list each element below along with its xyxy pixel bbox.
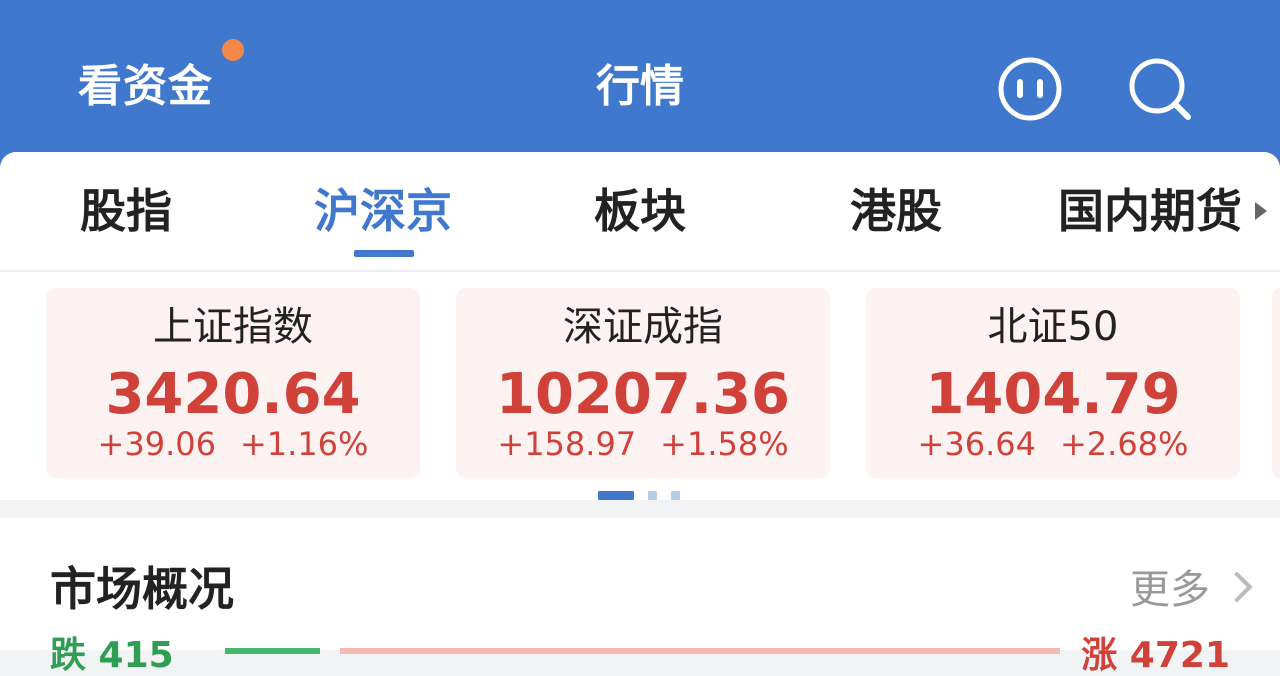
index-name: 北证50	[987, 304, 1119, 350]
carousel-pagination	[598, 491, 688, 500]
index-value: 3420.64	[105, 362, 361, 427]
chevron-right-icon[interactable]	[1221, 571, 1253, 603]
index-value: 1404.79	[925, 362, 1181, 427]
index-name: 上证指数	[153, 304, 313, 350]
more-link[interactable]: 更多	[1130, 562, 1210, 618]
tab-domestic-futures[interactable]: 国内期货	[1058, 180, 1242, 242]
pagination-dot-active[interactable]	[598, 491, 634, 500]
rise-fall-bar: 跌 415 涨 4721	[0, 636, 1280, 676]
market-panel: 股指 沪深京 板块 港股 国内期货 上证指数 3420.64 +39.06 +1.…	[0, 152, 1280, 500]
index-name: 深证成指	[563, 304, 723, 350]
page-title: 行情	[596, 61, 684, 112]
index-change-row: +36.64 +2.68%	[866, 422, 1240, 466]
tabs-scroll-right-icon[interactable]	[1255, 202, 1267, 220]
index-card-beijing50[interactable]: 北证50 1404.79 +36.64 +2.68%	[866, 288, 1240, 478]
tab-hk-stocks[interactable]: 港股	[850, 180, 942, 242]
search-icon[interactable]	[1126, 55, 1194, 123]
index-card-shanghai[interactable]: 上证指数 3420.64 +39.06 +1.16%	[46, 288, 420, 478]
index-cards: 上证指数 3420.64 +39.06 +1.16% 深证成指 10207.36 …	[0, 288, 1280, 480]
chat-robot-icon[interactable]	[996, 55, 1064, 123]
active-tab-indicator	[354, 250, 414, 257]
index-change-percent: +1.16%	[239, 425, 369, 463]
market-overview-section: 市场概况 更多 跌 415 涨 4721	[0, 518, 1280, 676]
index-value: 10207.36	[495, 362, 791, 427]
tab-sh-sz-bj[interactable]: 沪深京	[314, 180, 452, 242]
tab-sector[interactable]: 板块	[594, 180, 686, 242]
index-change-percent: +2.68%	[1059, 425, 1189, 463]
index-change-row: +158.97 +1.58%	[456, 422, 830, 466]
fall-count: 跌 415	[50, 635, 174, 676]
pagination-dot[interactable]	[671, 491, 680, 500]
index-change-row: +39.06 +1.16%	[46, 422, 420, 466]
index-change: +39.06	[97, 425, 216, 463]
pagination-dot[interactable]	[648, 491, 657, 500]
index-change-percent: +1.58%	[660, 425, 789, 463]
top-header: 看资金 行情	[0, 0, 1280, 170]
index-card-shenzhen[interactable]: 深证成指 10207.36 +158.97 +1.58%	[456, 288, 830, 478]
tab-index[interactable]: 股指	[80, 180, 172, 242]
index-change: +36.64	[917, 425, 1036, 463]
section-title: 市场概况	[50, 562, 234, 616]
next-card-peek[interactable]	[1272, 288, 1280, 478]
rise-bar	[340, 648, 1060, 654]
rise-count: 涨 4721	[1081, 635, 1230, 676]
index-change: +158.97	[497, 425, 637, 463]
fall-bar	[225, 648, 320, 654]
market-tabs: 股指 沪深京 板块 港股 国内期货	[0, 152, 1280, 272]
